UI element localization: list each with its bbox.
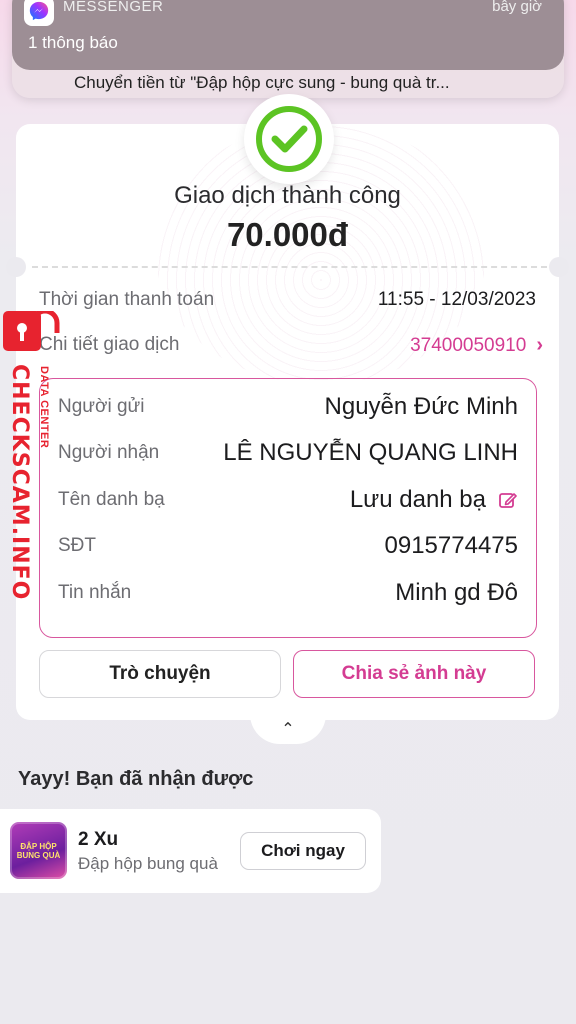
notification-app-name: MESSENGER (63, 0, 164, 15)
payment-time-label: Thời gian thanh toán (39, 289, 215, 310)
sender-label: Người gửi (58, 396, 145, 417)
game-thumbnail: ĐẬP HỘP BUNG QUÀ (10, 822, 67, 879)
transaction-id-link[interactable]: 37400050910 › (410, 334, 543, 357)
success-badge (244, 94, 334, 184)
notification-count[interactable]: 1 thông báo (28, 33, 118, 53)
save-contact-text: Lưu danh bạ (349, 486, 486, 513)
message-value: Minh gd Đô (395, 579, 518, 606)
messenger-icon (24, 0, 54, 26)
sender-value: Nguyễn Đức Minh (324, 393, 518, 420)
message-label: Tin nhắn (58, 582, 132, 603)
chat-button[interactable]: Trò chuyện (39, 650, 281, 698)
contact-name-label: Tên danh bạ (58, 489, 165, 510)
collapse-toggle[interactable]: ⌃ (250, 714, 326, 744)
messenger-notification[interactable]: MESSENGER bây giờ 1 thông báo Chuyển tiề… (12, 0, 564, 98)
dashed-divider (32, 266, 547, 268)
success-check-icon (256, 106, 322, 172)
save-contact-link[interactable]: Lưu danh bạ (350, 486, 518, 514)
notification-preview: Chuyển tiền từ "Đập hộp cực sung - bung … (74, 73, 450, 92)
transaction-receipt-card: Giao dịch thành công 70.000đ Thời gian t… (6, 94, 569, 720)
play-now-button[interactable]: Chơi ngay (240, 832, 366, 870)
notification-header: MESSENGER bây giờ 1 thông báo (12, 0, 564, 70)
ticket-notch-right (549, 257, 569, 277)
ticket-notch-left (6, 257, 26, 277)
transaction-id: 37400050910 (410, 334, 527, 356)
reward-name: 2 Xu (78, 829, 119, 850)
checkscam-brand-text: CHECKSCAM.INFO (7, 364, 32, 601)
transaction-status: Giao dịch thành công (174, 182, 401, 209)
transaction-amount: 70.000đ (226, 216, 349, 253)
lock-icon (3, 311, 60, 351)
reward-item-card: ĐẬP HỘP BUNG QUÀ 2 Xu Đập hộp bung quà C… (0, 809, 381, 893)
phone-label: SĐT (58, 535, 96, 556)
phone-value: 0915774475 (384, 532, 518, 559)
game-thumbnail-text: ĐẬP HỘP BUNG QUÀ (16, 841, 61, 860)
payment-time-value: 11:55 - 12/03/2023 (377, 289, 536, 310)
reward-subtitle: Đập hộp bung quà (78, 854, 218, 873)
receiver-value: LÊ NGUYỄN QUANG LINH (223, 439, 518, 466)
share-image-button[interactable]: Chia sẻ ảnh này (293, 650, 535, 698)
chevron-up-icon: ⌃ (281, 721, 295, 738)
transaction-details-box: Người gửi Nguyễn Đức Minh Người nhận LÊ … (39, 378, 537, 638)
notification-time: bây giờ (492, 0, 542, 15)
receiver-label: Người nhận (58, 442, 160, 463)
rewards-title: Yayy! Bạn đã nhận được (18, 768, 254, 790)
chevron-right-icon: › (536, 334, 543, 356)
edit-icon (499, 493, 517, 508)
data-center-text: DATA CENTER (38, 366, 50, 449)
